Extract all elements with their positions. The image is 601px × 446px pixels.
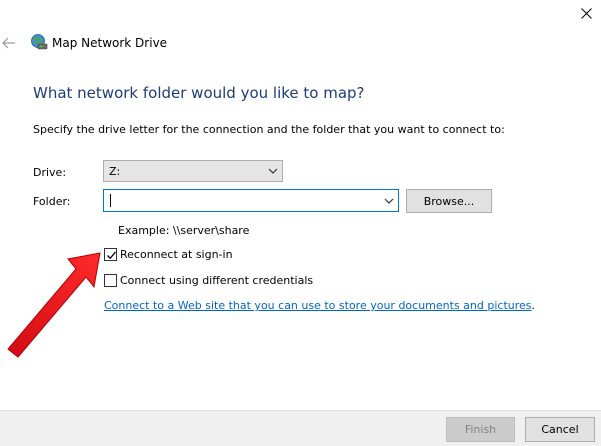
credentials-label[interactable]: Connect using different credentials bbox=[120, 274, 313, 287]
web-link-row: Connect to a Web site that you can use t… bbox=[104, 299, 535, 312]
chevron-down-icon bbox=[268, 168, 278, 174]
browse-button[interactable]: Browse... bbox=[406, 189, 492, 213]
drive-label: Drive: bbox=[33, 166, 67, 179]
reconnect-label[interactable]: Reconnect at sign-in bbox=[120, 248, 233, 261]
instructions-text: Specify the drive letter for the connect… bbox=[33, 123, 505, 136]
cancel-button[interactable]: Cancel bbox=[525, 417, 595, 442]
drive-select[interactable]: Z: bbox=[103, 160, 283, 182]
network-drive-icon bbox=[30, 33, 48, 51]
back-arrow-icon bbox=[2, 37, 15, 49]
close-icon bbox=[581, 7, 592, 19]
back-button[interactable] bbox=[0, 34, 18, 52]
finish-button[interactable]: Finish bbox=[446, 417, 515, 442]
web-link-period: . bbox=[531, 299, 536, 312]
folder-label: Folder: bbox=[33, 195, 71, 208]
web-site-link[interactable]: Connect to a Web site that you can use t… bbox=[104, 299, 532, 312]
folder-input[interactable] bbox=[104, 190, 374, 211]
chevron-down-icon[interactable] bbox=[383, 195, 395, 207]
page-heading: What network folder would you like to ma… bbox=[33, 84, 365, 102]
close-button[interactable] bbox=[572, 0, 601, 26]
example-text: Example: \\server\share bbox=[118, 224, 250, 237]
text-cursor bbox=[110, 194, 111, 207]
annotation-arrow-icon bbox=[7, 252, 101, 358]
folder-combobox[interactable] bbox=[103, 189, 399, 212]
window-title: Map Network Drive bbox=[52, 36, 168, 50]
drive-select-value: Z: bbox=[109, 165, 121, 178]
